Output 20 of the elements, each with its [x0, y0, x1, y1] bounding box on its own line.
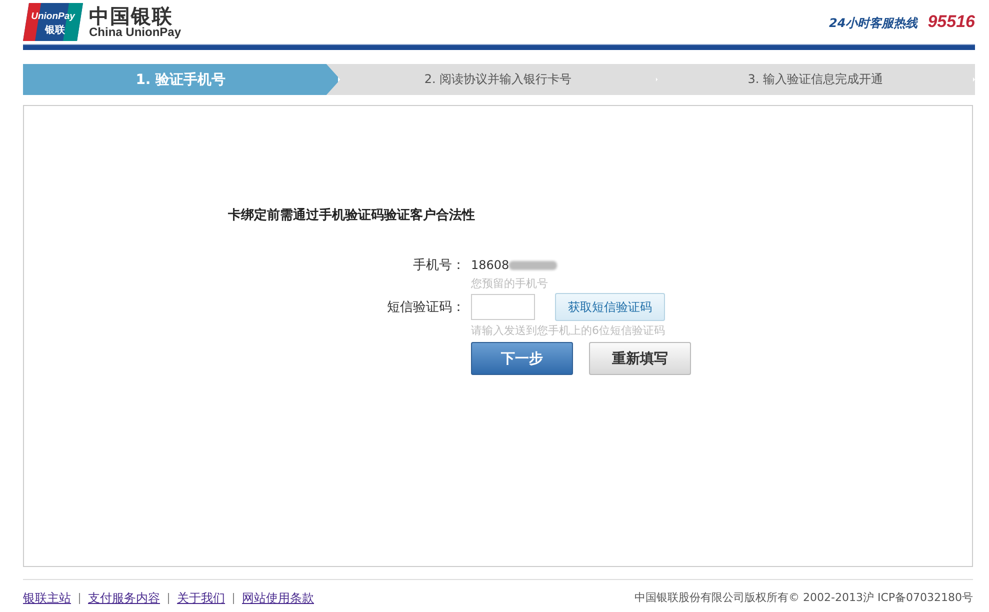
hotline-label: 24小时客服热线 [829, 15, 918, 32]
redaction-mark [509, 260, 558, 270]
reset-button[interactable]: 重新填写 [589, 342, 691, 375]
next-button[interactable]: 下一步 [471, 342, 573, 375]
code-input-field[interactable] [471, 294, 535, 320]
phone-number: 18608 [471, 258, 510, 272]
field-hint: 您预留的手机号 [471, 276, 549, 291]
field-hint: 请输入发送到您手机上的6位短信验证码 [471, 323, 666, 338]
brand-name-english: China UnionPay [89, 26, 182, 38]
brand-name: 中国银联 [89, 6, 173, 26]
footer-link[interactable]: 网站使用条款 [242, 590, 314, 607]
field-label: 短信验证码： [386, 299, 465, 316]
footer-link[interactable]: 支付服务内容 [88, 590, 160, 607]
copyright-text: 中国银联股份有限公司版权所有© 2002-2013沪 ICP备07032180号 [634, 590, 973, 606]
hotline-number: 95516 [928, 12, 975, 32]
form-title: 卡绑定前需通过手机验证码验证客户合法性 [228, 206, 476, 224]
get-code-button[interactable]: 获取短信验证码 [555, 293, 665, 321]
field-label: 手机号： [412, 257, 465, 274]
footer-link[interactable]: 关于我们 [177, 590, 225, 607]
footer-link[interactable]: 银联主站 [23, 590, 71, 607]
